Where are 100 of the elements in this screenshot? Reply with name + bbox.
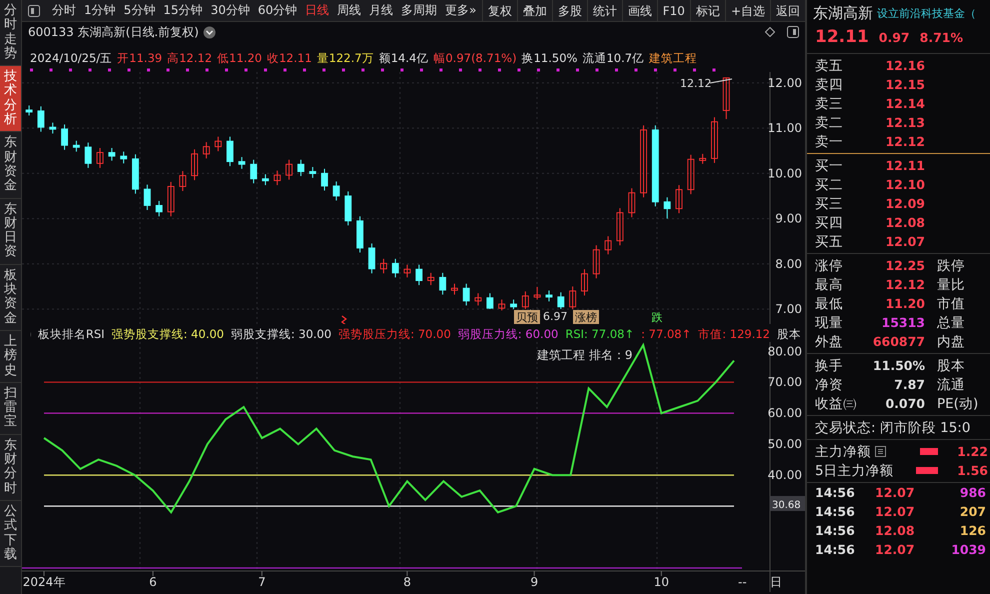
panel-toggle-icon[interactable] <box>787 26 799 38</box>
candlestick <box>96 148 104 168</box>
panel-toggle-icon[interactable] <box>28 4 40 16</box>
period-tab[interactable]: 日线 <box>301 2 334 19</box>
candlestick <box>616 208 624 246</box>
rsi-axis-label: 50.00 <box>768 437 802 452</box>
trade-volume: 1039 <box>950 542 986 557</box>
order-level: 卖三 <box>815 94 844 112</box>
candlestick <box>676 184 682 214</box>
candlestick <box>250 159 258 184</box>
candlestick <box>628 188 636 218</box>
period-tab[interactable]: 多周期 <box>397 2 442 19</box>
toolbar-button[interactable]: 统计 <box>586 0 622 22</box>
stat-label: 流通 <box>936 376 966 394</box>
date-axis-label: 7 <box>258 575 266 589</box>
date-axis-label: 8 <box>403 575 411 589</box>
stat-label: 股本 <box>936 356 966 374</box>
side-tab[interactable]: 分时走势 <box>0 0 21 66</box>
trade-price: 12.07 <box>875 504 916 519</box>
order-price: 12.11 <box>884 158 925 173</box>
indicator-value: 弱股压力线: 60.00 <box>458 326 558 342</box>
candlestick <box>37 106 44 132</box>
period-tab[interactable]: 60分钟 <box>254 2 302 19</box>
candlestick <box>356 216 364 254</box>
toolbar-button[interactable]: 复权 <box>482 0 517 22</box>
candlestick <box>368 242 376 274</box>
period-tab[interactable]: 1分钟 <box>80 2 120 19</box>
rsi-axis-label: 40.00 <box>768 468 802 482</box>
event-label: 跌 <box>652 311 662 324</box>
date-axis-label: 6 <box>149 575 157 589</box>
period-tab[interactable]: 更多» <box>441 2 480 19</box>
rsi-axis-label: 70.00 <box>768 375 802 390</box>
diamond-icon[interactable] <box>765 27 775 37</box>
trade-time: 14:56 <box>815 523 856 538</box>
candlestick <box>26 104 33 116</box>
toolbar-button[interactable]: +自选 <box>724 0 770 22</box>
stat-label: 跌停 <box>936 256 966 274</box>
order-level: 卖二 <box>815 114 844 132</box>
side-tab[interactable]: 公式下载 <box>0 500 21 568</box>
trade-price: 12.08 <box>875 523 916 538</box>
period-tab[interactable]: 月线 <box>365 2 398 19</box>
news-link[interactable]: 设立前沿科技基金（ <box>877 6 976 21</box>
fund-flow-value: 1.56 <box>956 463 989 478</box>
stat-value: 11.20 <box>884 296 925 311</box>
candlestick <box>108 148 116 162</box>
order-price: 12.07 <box>884 234 925 249</box>
side-tab[interactable]: 上榜史 <box>0 330 21 383</box>
order-level: 买三 <box>815 194 844 212</box>
order-price: 12.15 <box>884 77 925 92</box>
fund-flow-bar <box>916 467 938 474</box>
quote-info: 幅0.97(8.71%) <box>433 51 517 66</box>
candlestick <box>274 170 281 186</box>
stat-value: 12.25 <box>884 258 925 273</box>
quote-info: 换11.50% <box>522 51 578 66</box>
toolbar-button[interactable]: 画线 <box>622 0 657 22</box>
candlestick <box>462 283 470 306</box>
toolbar-button[interactable]: 多股 <box>552 0 587 22</box>
candlestick <box>604 236 612 255</box>
candlestick <box>711 116 718 164</box>
candlestick <box>179 170 186 192</box>
candlestick <box>167 181 174 217</box>
order-price: 12.12 <box>884 134 925 149</box>
indicator-value: 强势股支撑线: 40.00 <box>112 326 224 342</box>
period-tab[interactable]: 周线 <box>333 2 366 19</box>
stat-value: 0.070 <box>884 396 925 411</box>
stat-label: 外盘 <box>815 332 844 350</box>
price-axis-label: 10.00 <box>768 166 802 180</box>
period-tab[interactable]: 5分钟 <box>120 2 160 19</box>
candlestick <box>120 151 128 164</box>
stat-value: 660877 <box>872 334 925 349</box>
period-tab[interactable]: 15分钟 <box>159 2 207 19</box>
side-tab[interactable]: 东财分时 <box>0 434 21 501</box>
period-button[interactable]: 日 <box>770 575 782 589</box>
toolbar-button[interactable]: 标记 <box>690 0 725 22</box>
quote-info: 低11.20 <box>217 51 262 66</box>
side-tab[interactable]: 扫雷宝 <box>0 382 21 435</box>
quote-info: 额14.4亿 <box>378 51 428 66</box>
candlestick <box>156 200 163 217</box>
stat-value: 12.12 <box>884 277 925 292</box>
period-tab[interactable]: 30分钟 <box>206 2 254 19</box>
note-icon[interactable] <box>875 446 886 457</box>
order-level: 买一 <box>815 156 844 174</box>
toolbar-button[interactable]: 叠加 <box>516 0 552 22</box>
side-tab[interactable]: 东财日资 <box>0 198 21 265</box>
period-tab[interactable]: 分时 <box>48 2 80 19</box>
trade-time: 14:56 <box>815 504 856 519</box>
side-tab[interactable]: 技术分析 <box>0 66 21 132</box>
price-axis-label: 9.00 <box>775 212 802 226</box>
side-tab[interactable]: 板块资金 <box>0 264 21 331</box>
candlestick <box>309 166 316 178</box>
trade-time: 14:56 <box>815 485 856 500</box>
indicator-value: 弱股支撑线: 30.00 <box>230 326 332 342</box>
fund-flow-label: 5日主力净额 <box>815 462 894 480</box>
side-tab[interactable]: 东财资金 <box>0 132 21 199</box>
current-value-tag: 30.68 <box>770 496 805 511</box>
order-price: 12.13 <box>884 115 925 130</box>
toolbar-button[interactable]: 返回 <box>770 0 805 22</box>
candlestick <box>380 258 388 274</box>
toolbar-button[interactable]: F10 <box>656 0 690 22</box>
quote-info: 开11.39 <box>117 51 162 66</box>
